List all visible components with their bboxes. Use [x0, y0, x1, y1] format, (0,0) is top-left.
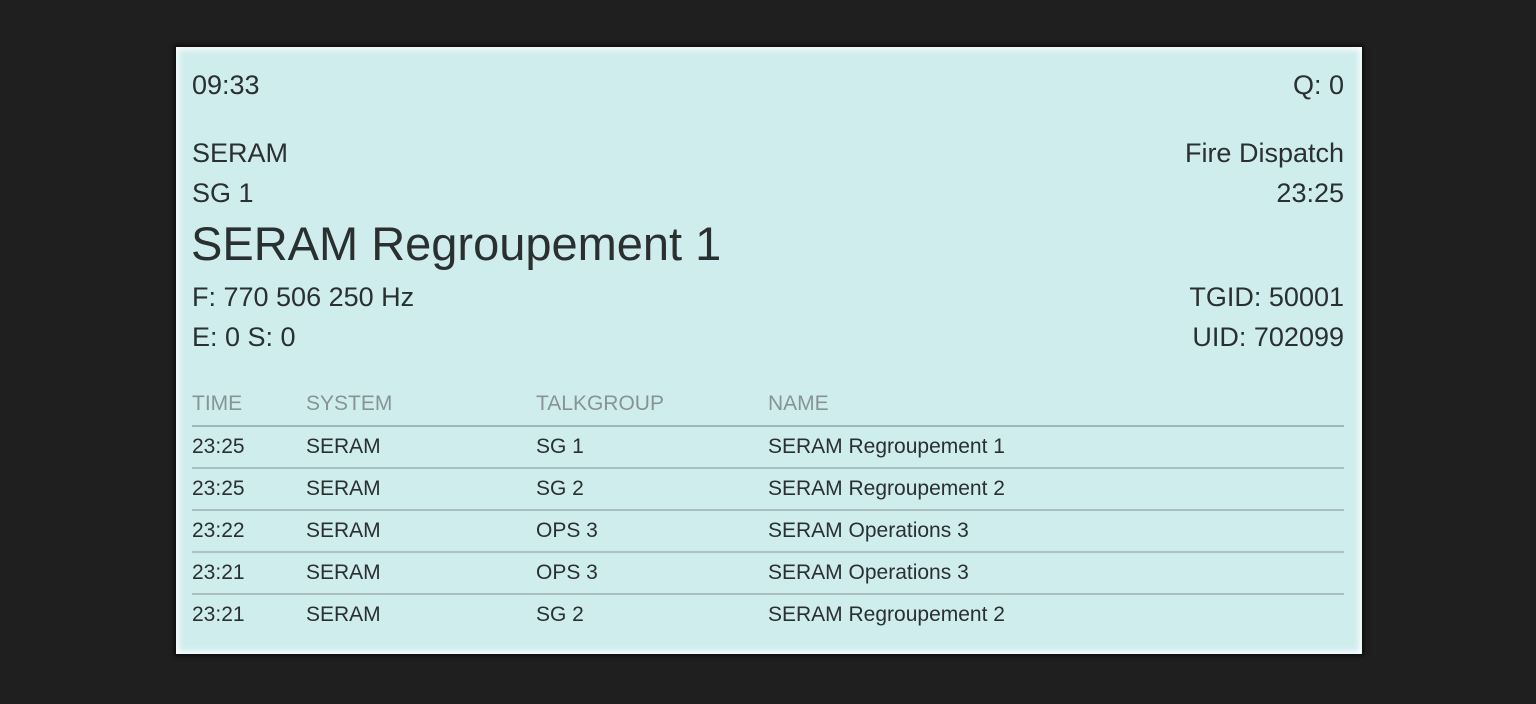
- column-header-name: NAME: [768, 383, 1344, 427]
- talkgroup-short: SG 1: [192, 178, 254, 208]
- row-talkgroup: SG 2: [536, 468, 768, 511]
- row-time: 23:21: [192, 552, 306, 595]
- row-time: 23:22: [192, 510, 306, 553]
- row-talkgroup: OPS 3: [536, 552, 768, 595]
- row-name: SERAM Regroupement 2: [768, 603, 1005, 626]
- row-system: SERAM: [306, 426, 536, 469]
- row-talkgroup: OPS 3: [536, 510, 768, 553]
- table-row[interactable]: 23:25 SERAM SG 1 SERAM Regroupement 1: [192, 426, 1344, 469]
- table-row[interactable]: 23:21 SERAM OPS 3 SERAM Operations 3: [192, 552, 1344, 595]
- column-header-time: TIME: [192, 383, 306, 427]
- row-name: SERAM Regroupement 1: [768, 426, 1344, 469]
- row-system: SERAM: [306, 510, 536, 553]
- errors-spikes: E: 0 S: 0: [192, 322, 296, 352]
- system-name: SERAM: [192, 138, 289, 168]
- tgid: TGID: 50001: [1189, 282, 1344, 312]
- clock: 09:33: [192, 70, 260, 100]
- row-time: 23:25: [192, 468, 306, 511]
- row-talkgroup: SG 1: [536, 426, 768, 469]
- column-header-talkgroup: TALKGROUP: [536, 383, 768, 427]
- table-row[interactable]: 23:25 SERAM SG 2 SERAM Regroupement 2: [192, 468, 1344, 511]
- table-header-row: TIME SYSTEM TALKGROUP NAME: [192, 383, 1344, 427]
- row-talkgroup: SG 2: [536, 603, 584, 626]
- table-row[interactable]: 23:22 SERAM OPS 3 SERAM Operations 3: [192, 510, 1344, 553]
- table-row[interactable]: 23:21 SERAM SG 2 SERAM Regroupement 2: [192, 594, 1344, 635]
- row-time: 23:25: [192, 426, 306, 469]
- queue-count: Q: 0: [1292, 70, 1344, 100]
- scanner-display: 09:33 Q: 0 SERAM Fire Dispatch SG 1 23:2…: [176, 47, 1362, 654]
- column-header-system: SYSTEM: [306, 383, 536, 427]
- row-system: SERAM: [306, 468, 536, 511]
- uid: UID: 702099: [1192, 322, 1344, 352]
- row-system: SERAM: [306, 552, 536, 595]
- row-system: SERAM: [306, 603, 381, 626]
- call-history-table: TIME SYSTEM TALKGROUP NAME 23:25 SERAM S…: [192, 383, 1344, 635]
- talkgroup-tag: Fire Dispatch: [1184, 138, 1344, 168]
- frequency: F: 770 506 250 Hz: [192, 282, 415, 312]
- call-time: 23:25: [1276, 178, 1344, 208]
- row-time: 23:21: [192, 603, 245, 626]
- talkgroup-name: SERAM Regroupement 1: [191, 217, 722, 270]
- row-name: SERAM Regroupement 2: [768, 468, 1344, 511]
- row-name: SERAM Operations 3: [768, 552, 1344, 595]
- row-name: SERAM Operations 3: [768, 510, 1344, 553]
